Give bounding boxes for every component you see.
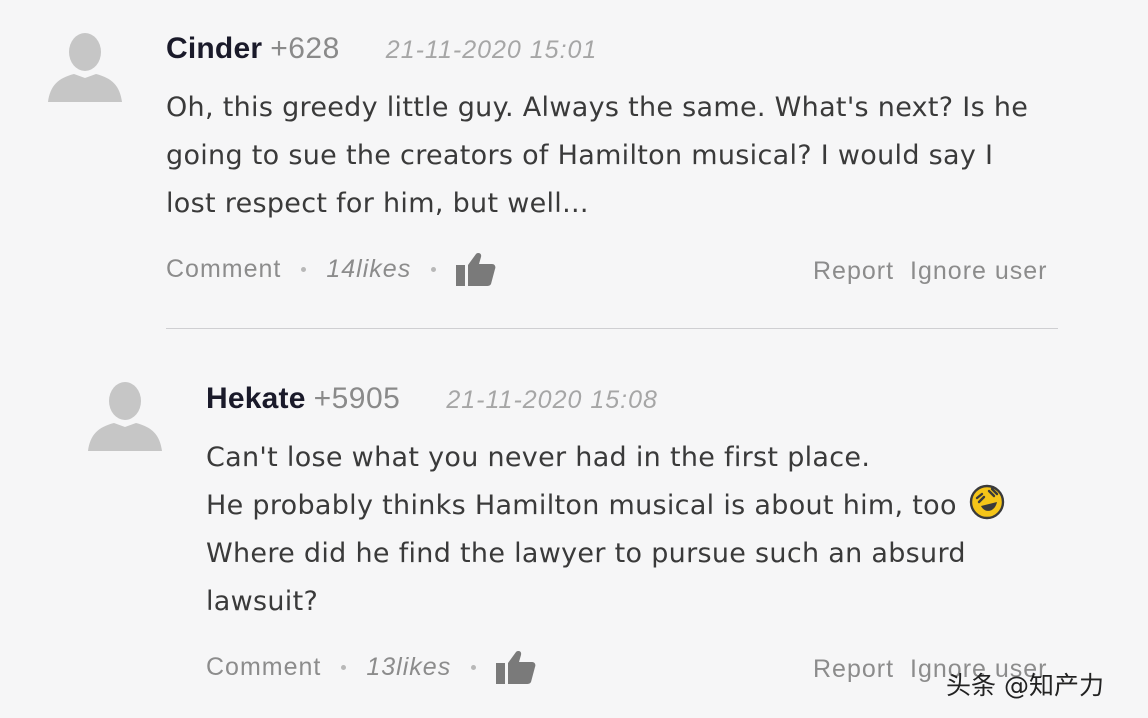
user-avatar-placeholder-icon xyxy=(88,382,162,451)
avatar[interactable] xyxy=(48,32,122,102)
comment-actions: Comment 13likes xyxy=(206,648,536,686)
comment-body: Oh, this greedy little guy. Always the s… xyxy=(166,84,1028,228)
separator-dot xyxy=(431,266,437,272)
watermark: 头条 @知产力 xyxy=(946,671,1104,700)
likes-count: 13likes xyxy=(366,652,452,681)
comment-actions: Comment 14likes xyxy=(166,250,496,288)
comment-line: Where did he find the lawyer to pursue s… xyxy=(206,538,966,569)
user-avatar-placeholder-icon xyxy=(48,33,122,102)
avatar[interactable] xyxy=(88,381,162,451)
likes-count: 14likes xyxy=(326,254,412,283)
ignore-user-button[interactable]: Ignore user xyxy=(910,257,1047,286)
moderation-actions: Report Ignore user xyxy=(813,252,1048,290)
separator-dot xyxy=(341,664,347,670)
username[interactable]: Hekate xyxy=(206,382,306,415)
username[interactable]: Cinder xyxy=(166,32,262,65)
comment-button[interactable]: Comment xyxy=(166,255,281,284)
comment-line: Oh, this greedy little guy. Always the s… xyxy=(166,92,1029,123)
karma-score: +5905 xyxy=(313,382,401,415)
comment-divider xyxy=(166,328,1058,329)
thumbs-up-icon xyxy=(496,651,536,684)
like-button[interactable] xyxy=(496,650,536,684)
comment-button[interactable]: Comment xyxy=(206,653,321,682)
separator-dot xyxy=(471,664,477,670)
comment-body: Can't lose what you never had in the fir… xyxy=(206,434,1005,626)
comment-line: Can't lose what you never had in the fir… xyxy=(206,442,871,473)
comment-line: lost respect for him, but well... xyxy=(166,188,589,219)
comment-header: Hekate +5905 21-11-2020 15:08 xyxy=(206,382,658,416)
comment-line: He probably thinks Hamilton musical is a… xyxy=(206,482,1005,530)
comment-line: lawsuit? xyxy=(206,586,319,617)
comment-header: Cinder +628 21-11-2020 15:01 xyxy=(166,32,597,66)
timestamp: 21-11-2020 15:01 xyxy=(385,36,598,64)
timestamp: 21-11-2020 15:08 xyxy=(446,386,658,414)
report-button[interactable]: Report xyxy=(813,655,894,684)
like-button[interactable] xyxy=(456,252,496,286)
thumbs-up-icon xyxy=(456,253,496,286)
comment-line: going to sue the creators of Hamilton mu… xyxy=(166,140,994,171)
rolling-on-floor-laughing-emoji-icon xyxy=(969,484,1005,520)
separator-dot xyxy=(301,266,307,272)
karma-score: +628 xyxy=(270,32,340,65)
report-button[interactable]: Report xyxy=(813,257,894,286)
comment-line-text: He probably thinks Hamilton musical is a… xyxy=(206,490,957,521)
